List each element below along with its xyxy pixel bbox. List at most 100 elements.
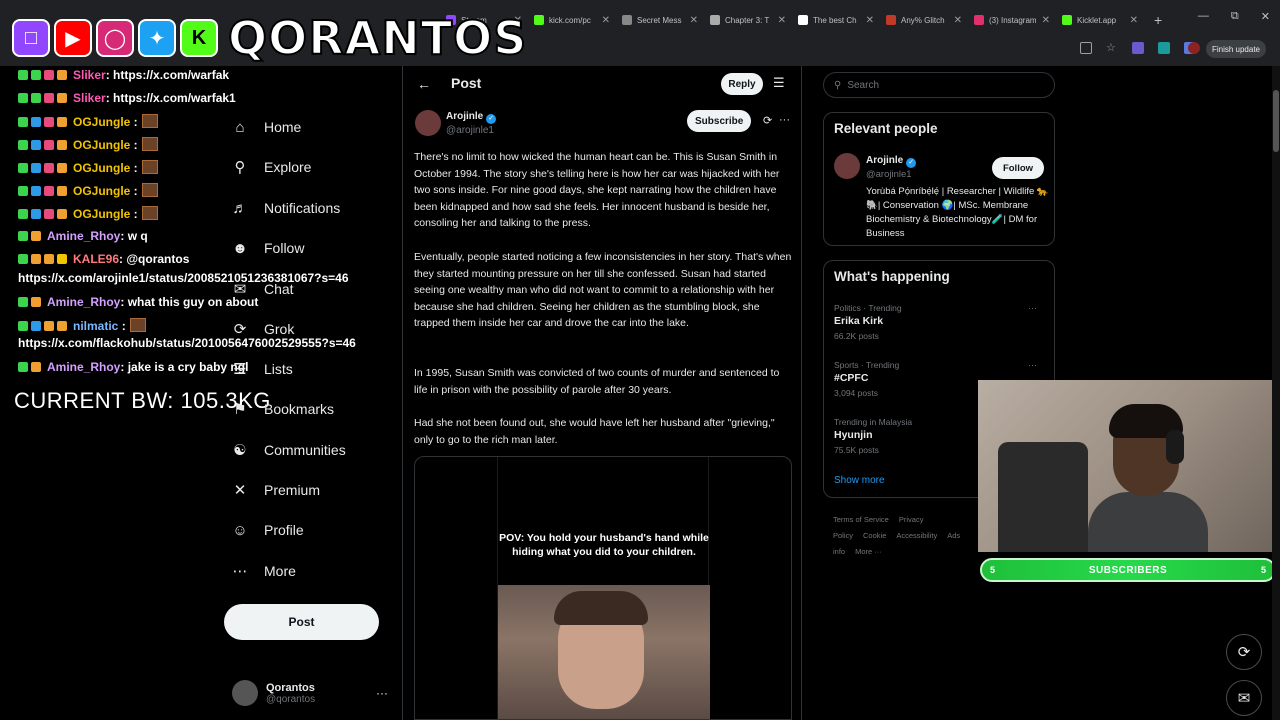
nav-item-home[interactable]: ⌂ Home xyxy=(230,117,301,137)
trend-name[interactable]: #CPFC xyxy=(834,372,868,384)
chat-badge-icon xyxy=(18,209,28,219)
subscriber-goal-bar: 5 SUBSCRIBERS 5 xyxy=(980,558,1276,582)
nav-label: Notifications xyxy=(264,200,341,216)
scrollbar-thumb[interactable] xyxy=(1273,90,1279,152)
more-options-icon[interactable]: ··· xyxy=(1028,303,1037,313)
card-title: Relevant people xyxy=(834,121,938,136)
chat-badge-icon xyxy=(18,70,28,80)
star-icon[interactable]: ☆ xyxy=(1106,42,1118,54)
nav-item-bookmarks[interactable]: ⚑ Bookmarks xyxy=(230,399,334,419)
relevant-handle[interactable]: @arojinle1 xyxy=(866,169,912,180)
grok-float-icon[interactable]: ⟳ xyxy=(1226,634,1262,670)
close-tab-icon[interactable]: ✕ xyxy=(866,15,874,26)
post-paragraph: There's no limit to how wicked the human… xyxy=(414,151,780,230)
extension-2-icon[interactable] xyxy=(1158,42,1170,54)
nav-item-communities[interactable]: ☯ Communities xyxy=(230,440,346,460)
chat-badge-icon xyxy=(18,163,28,173)
nav-item-chat[interactable]: ✉ Chat xyxy=(230,279,294,299)
chat-badge-icon xyxy=(44,321,54,331)
scrollbar[interactable] xyxy=(1272,66,1280,720)
chat-username: OGJungle xyxy=(73,138,131,152)
install-icon[interactable] xyxy=(1080,42,1092,54)
grok-icon[interactable]: ⟳ xyxy=(763,114,772,127)
settings-sliders-icon[interactable]: ☰ xyxy=(773,75,785,91)
profile-avatar[interactable] xyxy=(1188,42,1200,54)
author-name[interactable]: Arojinle ✓ xyxy=(446,111,497,124)
tab-label: The best Ch xyxy=(813,15,857,25)
chat-text: : xyxy=(118,319,126,333)
new-tab-icon[interactable]: + xyxy=(1154,12,1162,28)
nav-item-lists[interactable]: ☰ Lists xyxy=(230,359,293,379)
messages-icon[interactable]: ✉ xyxy=(1226,680,1262,716)
more-options-icon[interactable]: ··· xyxy=(779,114,790,126)
chat-badge-icon xyxy=(31,140,41,150)
tab-favicon-icon xyxy=(886,15,896,25)
browser-tab[interactable]: Any% Glitch ✕ xyxy=(880,8,968,32)
nav-item-notifications[interactable]: ♬ Notifications xyxy=(230,198,341,218)
post-video[interactable]: POV: You hold your husband's hand while … xyxy=(414,456,792,720)
nav-item-follow[interactable]: ☻ Follow xyxy=(230,238,304,258)
extension-1-icon[interactable] xyxy=(1132,42,1144,54)
author-handle[interactable]: @arojinle1 xyxy=(446,125,494,136)
footer-link[interactable]: Terms of Service xyxy=(833,515,889,524)
subscribe-button[interactable]: Subscribe xyxy=(687,110,752,132)
chat-badge-icon xyxy=(57,186,67,196)
account-switcher[interactable]: Qorantos @qorantos xyxy=(232,680,315,706)
chat-badge-icon xyxy=(31,163,41,173)
trend-name[interactable]: Hyunjin xyxy=(834,429,873,441)
nav-label: Communities xyxy=(264,442,346,458)
browser-tab[interactable]: Kicklet.app ✕ xyxy=(1056,8,1144,32)
more-options-icon[interactable]: ··· xyxy=(1028,360,1037,370)
browser-tab[interactable]: The best Ch ✕ xyxy=(792,8,880,32)
footer-link[interactable]: Cookie xyxy=(863,531,886,540)
chat-badge-icon xyxy=(18,321,28,331)
footer-link[interactable]: Accessibility xyxy=(896,531,937,540)
tab-favicon-icon xyxy=(534,15,544,25)
tab-label: (3) Instagram xyxy=(989,15,1037,25)
tab-label: Any% Glitch xyxy=(901,15,945,25)
browser-tab[interactable]: kick.com/pc ✕ xyxy=(528,8,616,32)
chat-badge-icon xyxy=(18,254,28,264)
trend-count: 75.5K posts xyxy=(834,445,879,455)
more-icon[interactable]: ··· xyxy=(376,686,388,700)
minimize-icon[interactable]: — xyxy=(1198,10,1209,23)
close-tab-icon[interactable]: ✕ xyxy=(690,15,698,26)
post-header: ← Post Reply ☰ xyxy=(403,66,801,102)
chat-username: nilmatic xyxy=(73,319,119,333)
post-column: ← Post Reply ☰ Arojinle ✓ @arojinle1 Subs… xyxy=(402,66,802,720)
avatar[interactable] xyxy=(415,110,441,136)
browser-tab[interactable]: (3) Instagram ✕ xyxy=(968,8,1056,32)
restore-icon[interactable]: ⧉ xyxy=(1231,10,1239,23)
nav-item-grok[interactable]: ⟳ Grok xyxy=(230,319,295,339)
show-more-link[interactable]: Show more xyxy=(834,475,885,486)
close-tab-icon[interactable]: ✕ xyxy=(778,15,786,26)
follow-button[interactable]: Follow xyxy=(992,157,1044,179)
reply-button[interactable]: Reply xyxy=(721,73,763,95)
chat-username: OGJungle xyxy=(73,207,131,221)
close-tab-icon[interactable]: ✕ xyxy=(1042,15,1050,26)
close-tab-icon[interactable]: ✕ xyxy=(954,15,962,26)
post-button[interactable]: Post xyxy=(224,604,379,640)
close-icon[interactable]: ✕ xyxy=(1261,10,1270,23)
nav-item-premium[interactable]: ✕ Premium xyxy=(230,480,320,500)
post-paragraph: Eventually, people started noticing a fe… xyxy=(414,251,792,330)
nav-item-explore[interactable]: ⚲ Explore xyxy=(230,157,312,177)
browser-tab[interactable]: Chapter 3: T ✕ xyxy=(704,8,792,32)
account-name: Qorantos xyxy=(266,681,315,694)
chat-emote xyxy=(129,318,146,332)
nav-item-profile[interactable]: ☺ Profile xyxy=(230,520,303,540)
browser-tab[interactable]: Secret Mess ✕ xyxy=(616,8,704,32)
avatar[interactable] xyxy=(834,153,860,179)
close-tab-icon[interactable]: ✕ xyxy=(1130,15,1138,26)
chat-message: Amine_Rhoy: jake is a cry baby ngl xyxy=(18,360,248,374)
nav-item-more[interactable]: ⋯ More xyxy=(230,561,296,581)
chat-username: OGJungle xyxy=(73,184,131,198)
finish-update-button[interactable]: Finish update xyxy=(1205,40,1266,58)
relevant-name[interactable]: Arojinle ✓ xyxy=(866,155,917,168)
back-arrow-icon[interactable]: ← xyxy=(417,76,431,92)
chat-badge-icon xyxy=(57,140,67,150)
search-input[interactable]: ⚲ Search xyxy=(823,72,1055,98)
close-tab-icon[interactable]: ✕ xyxy=(602,15,610,26)
footer-link[interactable]: More ··· xyxy=(855,547,882,556)
trend-name[interactable]: Erika Kirk xyxy=(834,315,883,327)
